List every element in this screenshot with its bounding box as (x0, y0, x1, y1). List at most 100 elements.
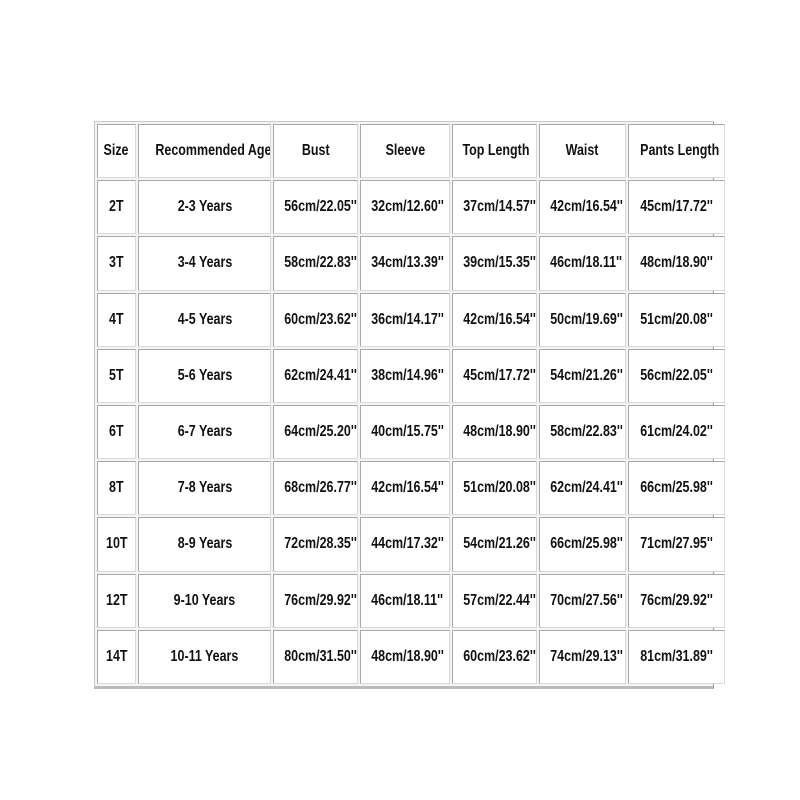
cell-text: 66cm/25.98'' (640, 479, 713, 497)
cell-text: 32cm/12.60'' (371, 198, 444, 216)
cell-text: 62cm/24.41'' (284, 366, 357, 384)
table-cell: 42cm/16.54'' (539, 180, 626, 235)
table-cell: 58cm/22.83'' (273, 236, 358, 291)
header-cell: Size (97, 124, 136, 179)
table-cell: 56cm/22.05'' (628, 348, 725, 403)
table-cell: 4T (97, 292, 136, 347)
table-row: 2T 2-3 Years 56cm/22.05'' 32cm/12.60'' 37cm/… (97, 180, 725, 235)
table-cell: 60cm/23.62'' (452, 629, 537, 684)
cell-text: 51cm/20.08'' (640, 310, 713, 328)
cell-text: 56cm/22.05'' (284, 198, 357, 216)
cell-text: 74cm/29.13'' (550, 647, 623, 665)
table-row: 4T 4-5 Years 60cm/23.62'' 36cm/14.17'' 42cm/… (97, 292, 725, 347)
cell-text: 60cm/23.62'' (284, 310, 357, 328)
cell-text: 36cm/14.17'' (371, 310, 444, 328)
table-cell: 70cm/27.56'' (539, 573, 626, 628)
table-cell: 7-8 Years (138, 461, 271, 516)
table-cell: 62cm/24.41'' (539, 461, 626, 516)
cell-text: 40cm/15.75'' (371, 423, 444, 441)
cell-text: 38cm/14.96'' (371, 366, 444, 384)
cell-text: 81cm/31.89'' (640, 647, 713, 665)
cell-text: 2T (109, 198, 124, 216)
header-cell: Pants Length (628, 124, 725, 179)
cell-text: Pants Length (640, 142, 720, 160)
cell-text: 42cm/16.54'' (463, 310, 536, 328)
table-cell: 51cm/20.08'' (452, 461, 537, 516)
cell-text: 60cm/23.62'' (463, 647, 536, 665)
cell-text: 8T (109, 479, 124, 497)
table-cell: 6-7 Years (138, 404, 271, 460)
cell-text: 6-7 Years (177, 423, 232, 441)
cell-text: Waist (566, 142, 599, 160)
table-cell: 66cm/25.98'' (628, 461, 725, 516)
cell-text: 4-5 Years (177, 310, 232, 328)
table-cell: 48cm/18.90'' (452, 404, 537, 460)
table-cell: 42cm/16.54'' (360, 461, 450, 516)
table-cell: 3-4 Years (138, 236, 271, 291)
cell-text: 54cm/21.26'' (550, 366, 623, 384)
table-cell: 12T (97, 573, 136, 628)
table-cell: 64cm/25.20'' (273, 404, 358, 460)
header-cell: Recommended Age (138, 124, 271, 179)
table-cell: 50cm/19.69'' (539, 292, 626, 347)
cell-text: 64cm/25.20'' (284, 423, 357, 441)
cell-text: Bust (301, 142, 330, 160)
table-cell: 2T (97, 180, 136, 235)
table-cell: 76cm/29.92'' (628, 573, 725, 628)
cell-text: 46cm/18.11'' (550, 254, 623, 272)
cell-text: 58cm/22.83'' (284, 254, 357, 272)
table-cell: 38cm/14.96'' (360, 348, 450, 403)
cell-text: 2-3 Years (177, 198, 232, 216)
table-cell: 57cm/22.44'' (452, 573, 537, 628)
table-cell: 72cm/28.35'' (273, 517, 358, 572)
cell-text: 3-4 Years (177, 254, 232, 272)
cell-text: Size (104, 142, 129, 160)
cell-text: 3T (109, 254, 124, 272)
table-cell: 36cm/14.17'' (360, 292, 450, 347)
table-cell: 6T (97, 404, 136, 460)
table-cell: 81cm/31.89'' (628, 629, 725, 684)
table-cell: 46cm/18.11'' (539, 236, 626, 291)
table-cell: 14T (97, 629, 136, 684)
table-cell: 37cm/14.57'' (452, 180, 537, 235)
cell-text: 76cm/29.92'' (640, 591, 713, 609)
cell-text: 10T (105, 535, 128, 553)
cell-text: 39cm/15.35'' (463, 254, 536, 272)
cell-text: 51cm/20.08'' (463, 479, 536, 497)
table-row: 5T 5-6 Years 62cm/24.41'' 38cm/14.96'' 45cm/… (97, 348, 725, 403)
cell-text: 68cm/26.77'' (284, 479, 357, 497)
table-row: 14T 10-11 Years 80cm/31.50'' 48cm/18.90'' 60… (97, 629, 725, 684)
table-cell: 32cm/12.60'' (360, 180, 450, 235)
cell-text: 48cm/18.90'' (640, 254, 713, 272)
size-table: Size Recommended Age Bust Sleeve Top Length W… (95, 122, 727, 686)
header-cell: Bust (273, 124, 358, 179)
table-cell: 68cm/26.77'' (273, 461, 358, 516)
table-cell: 46cm/18.11'' (360, 573, 450, 628)
table-cell: 5T (97, 348, 136, 403)
cell-text: 37cm/14.57'' (463, 198, 536, 216)
table-cell: 8T (97, 461, 136, 516)
cell-text: 54cm/21.26'' (463, 535, 536, 553)
table-cell: 39cm/15.35'' (452, 236, 537, 291)
table-cell: 5-6 Years (138, 348, 271, 403)
table-cell: 8-9 Years (138, 517, 271, 572)
cell-text: 7-8 Years (177, 479, 232, 497)
table-cell: 44cm/17.32'' (360, 517, 450, 572)
table-cell: 51cm/20.08'' (628, 292, 725, 347)
cell-text: Top Length (462, 142, 530, 160)
table-cell: 60cm/23.62'' (273, 292, 358, 347)
cell-text: 56cm/22.05'' (640, 366, 713, 384)
cell-text: 12T (105, 591, 128, 609)
table-cell: 45cm/17.72'' (628, 180, 725, 235)
cell-text: 80cm/31.50'' (284, 647, 357, 665)
header-row: Size Recommended Age Bust Sleeve Top Length W… (97, 124, 725, 179)
header-cell: Top Length (452, 124, 537, 179)
table-cell: 10T (97, 517, 136, 572)
table-cell: 4-5 Years (138, 292, 271, 347)
table-cell: 56cm/22.05'' (273, 180, 358, 235)
table-cell: 42cm/16.54'' (452, 292, 537, 347)
cell-text: 70cm/27.56'' (550, 591, 623, 609)
cell-text: 42cm/16.54'' (550, 198, 623, 216)
cell-text: 4T (109, 310, 124, 328)
cell-text: Recommended Age (155, 142, 271, 160)
